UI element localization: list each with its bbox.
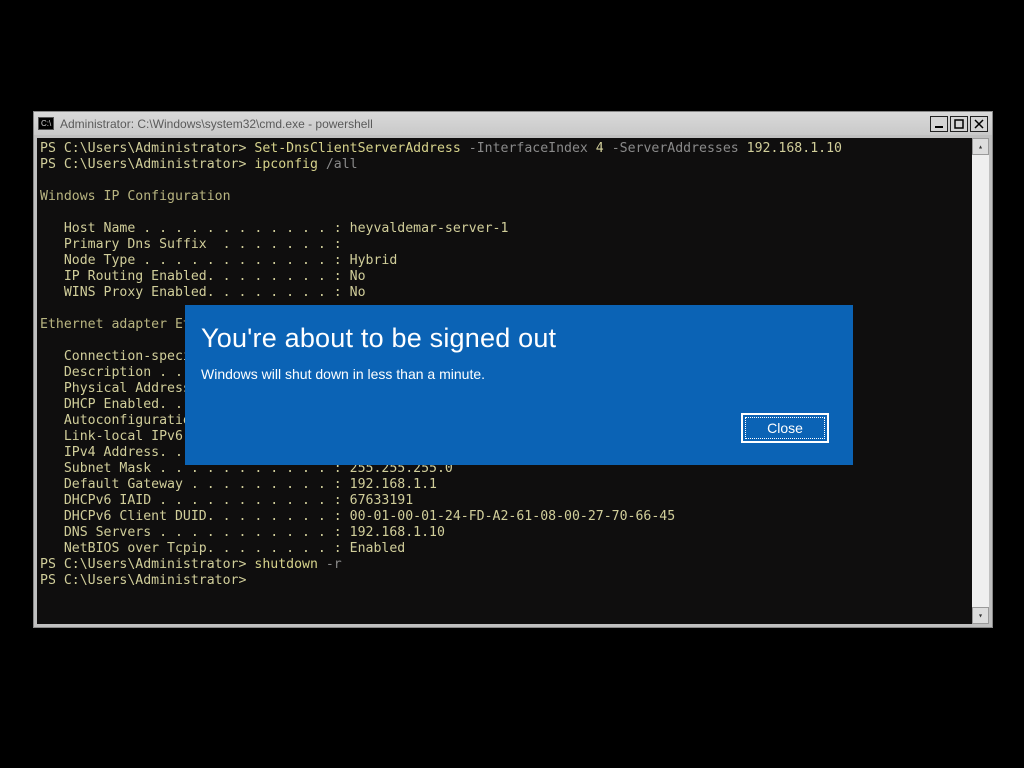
window-title: Administrator: C:\Windows\system32\cmd.e… bbox=[60, 117, 930, 131]
prompt-line-1: PS C:\Users\Administrator> Set-DnsClient… bbox=[40, 141, 842, 156]
ipconfig-heading: Windows IP Configuration bbox=[40, 189, 231, 204]
prompt-line-2: PS C:\Users\Administrator> ipconfig /all bbox=[40, 157, 358, 172]
close-window-button[interactable] bbox=[970, 116, 988, 132]
output-line: IP Routing Enabled. . . . . . . . : No bbox=[40, 269, 366, 284]
cmd-icon: C:\ bbox=[38, 117, 54, 130]
output-line: DHCPv6 IAID . . . . . . . . . . . : 6763… bbox=[40, 493, 413, 508]
output-line: Node Type . . . . . . . . . . . . : Hybr… bbox=[40, 253, 397, 268]
dialog-title: You're about to be signed out bbox=[201, 323, 829, 354]
output-line: DHCPv6 Client DUID. . . . . . . . : 00-0… bbox=[40, 509, 675, 524]
output-line: DNS Servers . . . . . . . . . . . : 192.… bbox=[40, 525, 445, 540]
scroll-up-button[interactable]: ▴ bbox=[972, 138, 989, 155]
output-line: NetBIOS over Tcpip. . . . . . . . : Enab… bbox=[40, 541, 405, 556]
maximize-button[interactable] bbox=[950, 116, 968, 132]
close-button[interactable]: Close bbox=[741, 413, 829, 443]
dialog-button-row: Close bbox=[741, 413, 829, 443]
titlebar[interactable]: C:\ Administrator: C:\Windows\system32\c… bbox=[34, 112, 992, 135]
window-controls bbox=[930, 116, 988, 132]
minimize-button[interactable] bbox=[930, 116, 948, 132]
output-line: Host Name . . . . . . . . . . . . : heyv… bbox=[40, 221, 508, 236]
vertical-scrollbar[interactable]: ▴ ▾ bbox=[972, 138, 989, 624]
output-line: Default Gateway . . . . . . . . . : 192.… bbox=[40, 477, 437, 492]
dialog-message: Windows will shut down in less than a mi… bbox=[201, 366, 829, 382]
scroll-track[interactable] bbox=[972, 155, 989, 607]
output-line: WINS Proxy Enabled. . . . . . . . : No bbox=[40, 285, 366, 300]
prompt-line-4: PS C:\Users\Administrator> bbox=[40, 573, 246, 588]
scroll-down-button[interactable]: ▾ bbox=[972, 607, 989, 624]
output-line: Primary Dns Suffix . . . . . . . : bbox=[40, 237, 342, 252]
signout-dialog: You're about to be signed out Windows wi… bbox=[185, 305, 853, 465]
prompt-line-3: PS C:\Users\Administrator> shutdown -r bbox=[40, 557, 342, 572]
